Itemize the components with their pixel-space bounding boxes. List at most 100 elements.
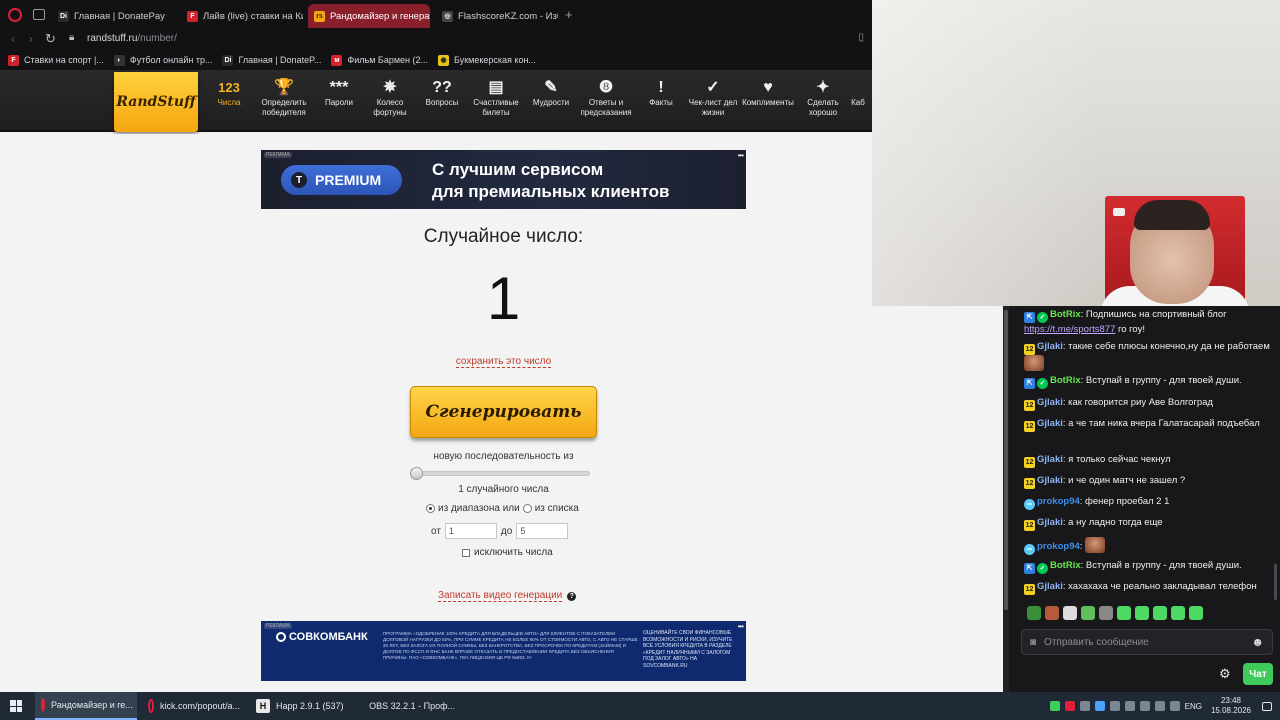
chat-input[interactable]: ◙ Отправить сообщение ☻ <box>1021 629 1273 655</box>
site-logo[interactable]: RandStuff <box>114 72 198 132</box>
tray-app-icon[interactable] <box>1094 701 1105 711</box>
page-scrollbar-thumb[interactable] <box>1004 310 1008 610</box>
lock-icon[interactable]: 🔒︎ <box>69 32 74 43</box>
from-input[interactable]: 1 <box>444 523 497 539</box>
opera-logo-icon[interactable] <box>8 8 22 22</box>
chat-send-button[interactable]: Чат <box>1243 663 1273 685</box>
cabinet-icon <box>838 78 872 98</box>
emote-icon[interactable] <box>1135 606 1149 620</box>
generate-button[interactable]: Сгенерировать <box>410 386 597 438</box>
nav-wheel[interactable]: ✵ Колесо фортуны <box>361 78 419 118</box>
taskbar-app-obs[interactable]: OBS 32.2.1 - Проф... <box>357 692 461 720</box>
chat-username[interactable]: BotRix <box>1050 560 1081 571</box>
nav-wisdom[interactable]: ✎ Мудрости <box>522 78 580 108</box>
help-icon[interactable]: ? <box>567 591 577 601</box>
record-video-link[interactable]: Записать видео генерации ? <box>438 590 577 602</box>
taskbar-app-opera-randomizer[interactable]: Рандомайзер и ге... <box>35 692 137 720</box>
streamer-hair <box>1134 200 1210 230</box>
count-slider[interactable] <box>416 471 590 476</box>
ad-banner-sovcombank[interactable]: РЕКЛАМА ••• СОВКОМБАНК ПРОГРАММА «ОДОБРЕ… <box>261 621 746 681</box>
numbers-icon: 123 <box>218 80 240 95</box>
nav-label: Определить победителя <box>261 98 307 117</box>
tab-randomizer[interactable]: rs Рандомайзер и генератор <box>308 4 430 28</box>
emote-icon[interactable] <box>1189 606 1203 620</box>
chat-username[interactable]: prokop94 <box>1037 541 1080 552</box>
save-number-link[interactable]: сохранить это число <box>261 356 746 368</box>
sub-badge-icon: ∞ <box>1024 544 1035 555</box>
url-field[interactable]: randstuff.ru/number/ <box>87 33 177 44</box>
tab-donatepay[interactable]: Di Главная | DonatePay <box>52 4 174 28</box>
emote-icon[interactable] <box>1081 606 1095 620</box>
count-slider-handle[interactable] <box>410 467 423 480</box>
emote-icon[interactable] <box>1153 606 1167 620</box>
notification-icon[interactable] <box>1262 701 1272 711</box>
taskbar-app-opera-kick[interactable]: kick.com/popout/a... <box>142 692 246 720</box>
tray-app-icon[interactable] <box>1109 701 1120 711</box>
chat-username[interactable]: BotRix <box>1050 309 1081 320</box>
nav-numbers[interactable]: 123 Числа <box>200 78 258 108</box>
forward-icon[interactable]: › <box>29 32 33 46</box>
nav-questions[interactable]: ?? Вопросы <box>413 78 471 108</box>
chat-username[interactable]: Gjlaki <box>1037 581 1063 592</box>
tray-app-icon[interactable] <box>1124 701 1135 711</box>
chat-username[interactable]: Gjlaki <box>1037 454 1063 465</box>
bookmark-film[interactable]: м Фильм Бармен (2... <box>331 54 428 66</box>
chat-username[interactable]: prokop94 <box>1037 496 1080 507</box>
bookmark-icon[interactable]: ▯ <box>858 32 864 43</box>
nav-winner[interactable]: 🏆 Определить победителя <box>255 78 313 118</box>
clock[interactable]: 23:48 15.08.2026 <box>1211 696 1251 716</box>
reload-icon[interactable]: ↻ <box>45 31 56 47</box>
ad-menu-icon[interactable]: ••• <box>738 151 744 160</box>
emote-icon[interactable] <box>1027 606 1041 620</box>
language-indicator[interactable]: ENG <box>1185 702 1202 711</box>
microphone-icon[interactable] <box>1139 701 1150 711</box>
nav-checklist[interactable]: ✓ Чек-лист дел жизни <box>684 78 742 118</box>
taskbar-app-happ[interactable]: H Happ 2.9.1 (537) <box>250 692 354 720</box>
windows-start-icon[interactable] <box>10 700 22 712</box>
nav-facts[interactable]: ! Факты <box>632 78 690 108</box>
nav-passwords[interactable]: *** Пароли <box>310 78 368 108</box>
tray-app-icon[interactable] <box>1049 701 1060 711</box>
chat-username[interactable]: Gjlaki <box>1037 341 1063 352</box>
chat-link[interactable]: https://t.me/sports877 <box>1024 324 1115 335</box>
emote-icon[interactable] <box>1171 606 1185 620</box>
emote-icon[interactable] <box>1099 606 1113 620</box>
emoji-icon[interactable]: ☻ <box>1251 635 1264 649</box>
tray-app-icon[interactable] <box>1079 701 1090 711</box>
bookmark-bookmaker[interactable]: ◉ Букмекерская кон... <box>438 54 536 66</box>
emote-icon[interactable] <box>1117 606 1131 620</box>
bookmark-bets[interactable]: F Ставки на спорт |... <box>8 54 104 66</box>
new-tab-button[interactable]: + <box>565 7 573 22</box>
network-icon[interactable] <box>1154 701 1165 711</box>
bookmark-donatepay[interactable]: Di Главная | DonateP... <box>222 54 321 66</box>
chat-scrollbar[interactable] <box>1274 564 1277 600</box>
emote-icon[interactable] <box>1063 606 1077 620</box>
nav-tickets[interactable]: ▤ Счастливые билеты <box>467 78 525 118</box>
tray-app-icon[interactable] <box>1064 701 1075 711</box>
tab-live-bets[interactable]: F Лайв (live) ставки на Киб <box>181 4 303 28</box>
nav-answers[interactable]: ❽ Ответы и предсказания <box>577 78 635 118</box>
emote-icon[interactable] <box>1045 606 1059 620</box>
back-icon[interactable]: ‹ <box>11 32 15 46</box>
volume-icon[interactable] <box>1169 701 1180 711</box>
to-input[interactable]: 5 <box>516 523 569 539</box>
bookmark-football[interactable]: ◐ Футбол онлайн тр... <box>113 54 212 66</box>
chat-username[interactable]: Gjlaki <box>1037 397 1063 408</box>
taskbar: Рандомайзер и ге... kick.com/popout/a...… <box>0 692 1280 720</box>
ad-banner-premium[interactable]: РЕКЛАМА ••• T PREMIUM С лучшим сервисом … <box>261 150 746 209</box>
chat-message: ∞ prokop94: <box>1024 537 1274 555</box>
chat-username[interactable]: Gjlaki <box>1037 418 1063 429</box>
gear-icon[interactable]: ⚙ <box>1219 666 1231 682</box>
tab-flashscore[interactable]: ◎ FlashscoreKZ.com - Избра <box>436 4 558 28</box>
tab-menu-icon[interactable] <box>33 9 45 20</box>
exclude-label: исключить числа <box>474 547 553 558</box>
ad-menu-icon[interactable]: ••• <box>738 622 744 631</box>
chat-username[interactable]: Gjlaki <box>1037 517 1063 528</box>
chat-username[interactable]: BotRix <box>1050 375 1081 386</box>
nav-cabinet[interactable]: Каб <box>838 78 872 108</box>
nav-compliments[interactable]: ♥ Комплименты <box>739 78 797 108</box>
list-mode-radio[interactable] <box>522 504 532 513</box>
chat-username[interactable]: Gjlaki <box>1037 475 1063 486</box>
range-mode-radio[interactable] <box>426 504 435 513</box>
exclude-checkbox[interactable] <box>462 548 470 557</box>
